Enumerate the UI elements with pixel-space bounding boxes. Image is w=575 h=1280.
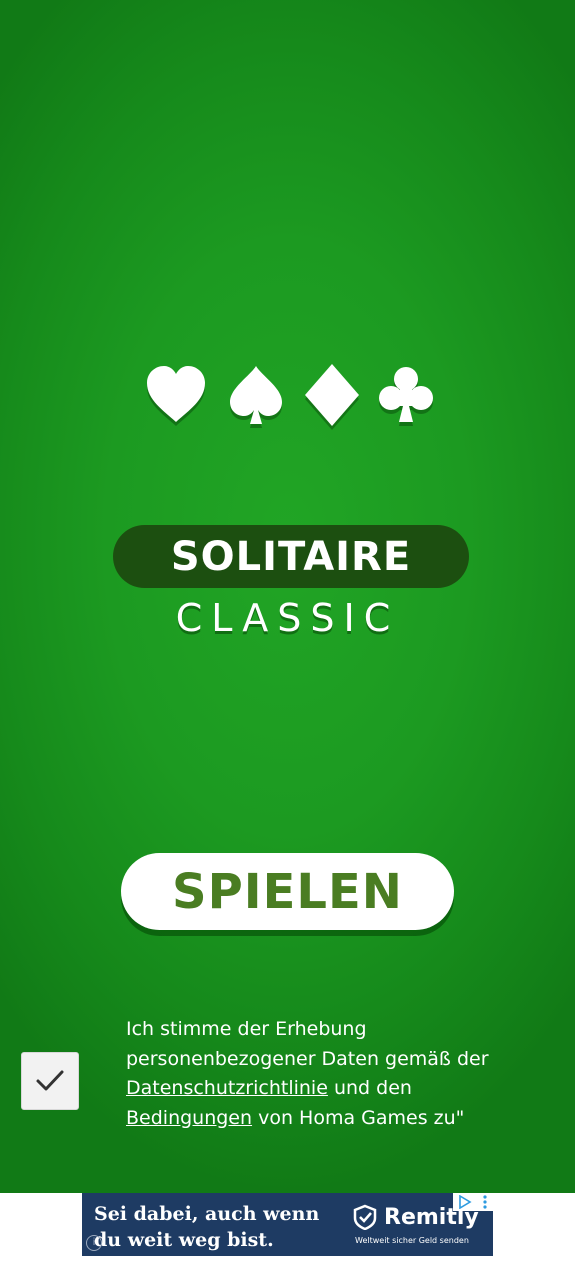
terms-link[interactable]: Bedingungen — [126, 1107, 252, 1129]
privacy-policy-link[interactable]: Datenschutzrichtlinie — [126, 1077, 328, 1099]
checkmark-icon — [36, 1070, 64, 1091]
ad-tagline: Weltweit sicher Geld senden — [355, 1236, 469, 1245]
ad-banner[interactable]: Sei dabei, auch wenn du weit weg bist. R… — [82, 1193, 493, 1256]
suit-icons-row — [0, 362, 575, 432]
consent-text-part3: von Homa Games zu" — [252, 1106, 465, 1129]
play-button-label: SPIELEN — [172, 863, 403, 920]
app-subtitle: CLASSIC — [175, 596, 400, 640]
felt-background: SOLITAIRE CLASSIC SPIELEN Ich stimme der… — [0, 0, 575, 1193]
ad-info-icon[interactable]: i — [86, 1235, 102, 1251]
consent-checkbox[interactable] — [21, 1052, 79, 1110]
ad-choices[interactable] — [453, 1193, 493, 1211]
adchoices-icon[interactable] — [458, 1195, 472, 1209]
play-button[interactable]: SPIELEN — [121, 853, 454, 930]
consent-text: Ich stimme der Erhebung personenbezogene… — [126, 1015, 506, 1133]
club-icon — [374, 362, 438, 428]
ad-headline-line1: Sei dabei, auch wenn — [94, 1203, 320, 1225]
consent-text-part2: und den — [327, 1077, 412, 1099]
spade-icon — [224, 362, 288, 428]
more-vert-icon[interactable] — [482, 1195, 488, 1209]
ad-headline: Sei dabei, auch wenn du weit weg bist. — [94, 1201, 334, 1253]
heart-icon — [144, 362, 208, 428]
diamond-icon — [300, 362, 364, 428]
title-banner: SOLITAIRE — [113, 525, 469, 588]
consent-text-part1: Ich stimme der Erhebung personenbezogene… — [126, 1018, 489, 1070]
app-title: SOLITAIRE — [170, 533, 412, 580]
ad-headline-line2: du weit weg bist. — [94, 1229, 274, 1251]
remitly-logo-icon — [353, 1204, 377, 1230]
